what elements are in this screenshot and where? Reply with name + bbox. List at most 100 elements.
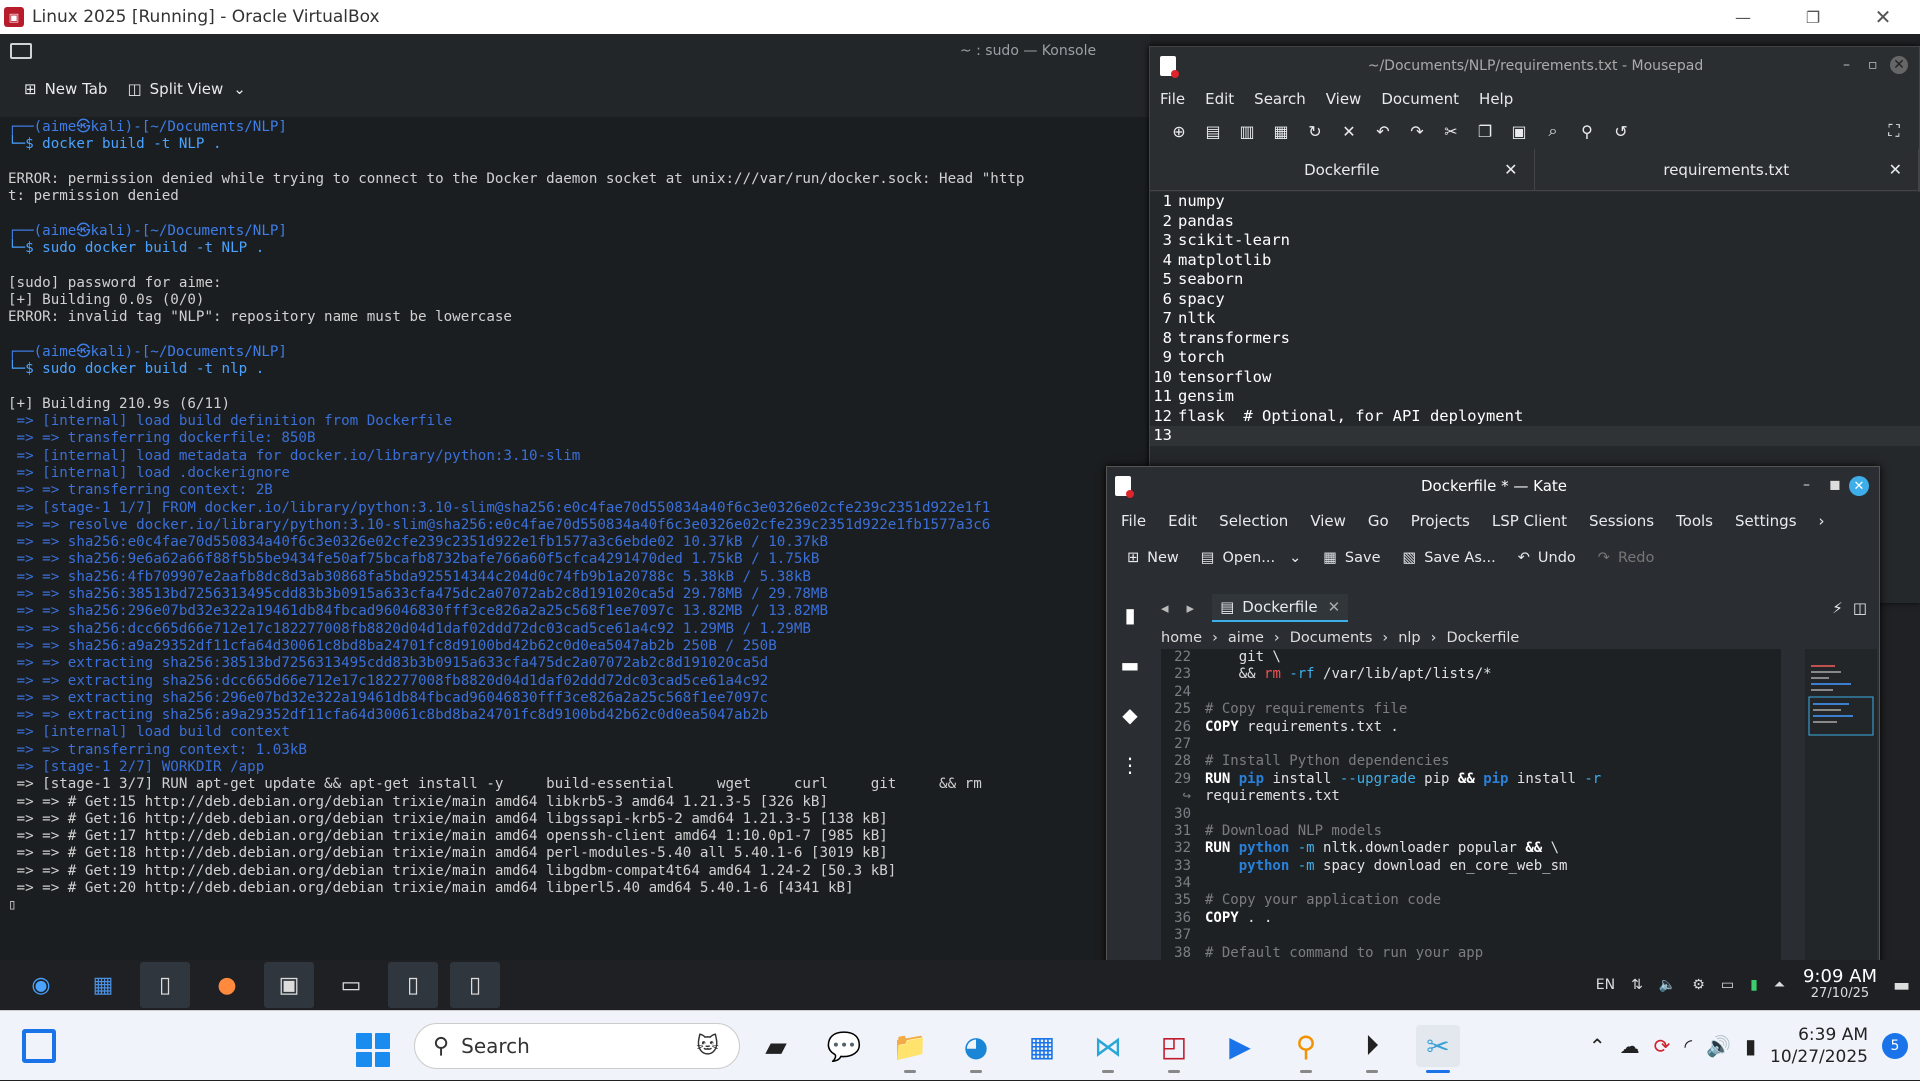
sync-icon[interactable]: ⟳ xyxy=(1654,1034,1671,1058)
undo-icon[interactable]: ↶ xyxy=(1366,122,1400,141)
search-icon[interactable]: ⌕ xyxy=(1536,121,1570,141)
redo-icon[interactable]: ↷ xyxy=(1400,122,1434,141)
settings-icon[interactable]: ⚙ xyxy=(1692,977,1705,993)
menu-go[interactable]: Go xyxy=(1368,512,1389,530)
taskbar-konsole-icon[interactable]: ▣ xyxy=(264,962,314,1008)
menu-edit[interactable]: Edit xyxy=(1168,512,1197,530)
menu-edit[interactable]: Edit xyxy=(1205,90,1234,108)
minimap[interactable] xyxy=(1805,649,1877,997)
menu-help[interactable]: Help xyxy=(1479,90,1513,108)
menu-tools[interactable]: Tools xyxy=(1676,512,1713,530)
split-icon[interactable]: ◫ xyxy=(1853,599,1867,617)
close-button[interactable]: ✕ xyxy=(1848,0,1918,34)
save-button[interactable]: ▦ Save xyxy=(1323,550,1380,566)
mousepad-close-button[interactable]: ✕ xyxy=(1890,56,1908,74)
search-box[interactable]: ⚲ Search 🐱 xyxy=(414,1023,740,1069)
forward-icon[interactable]: ▸ xyxy=(1187,599,1195,617)
minimize-button[interactable]: — xyxy=(1708,0,1778,34)
taskbar-editor-icon[interactable]: ▯ xyxy=(388,962,438,1008)
goto-icon[interactable]: ↺ xyxy=(1604,122,1638,141)
close-tab-icon[interactable]: ✕ xyxy=(1328,598,1341,616)
virtualbox-taskbar-icon[interactable]: ◰ xyxy=(1152,1025,1196,1073)
edge-icon[interactable]: ◕ xyxy=(954,1025,998,1073)
menu-file[interactable]: File xyxy=(1121,512,1146,530)
documents-icon[interactable]: ▮ xyxy=(1124,603,1135,627)
volume-icon[interactable]: 🔈 xyxy=(1659,977,1676,993)
menu-overflow-icon[interactable]: › xyxy=(1819,512,1825,530)
file-manager-icon[interactable]: ▭ xyxy=(326,962,376,1008)
crumb-item[interactable]: Dockerfile xyxy=(1446,630,1519,646)
start-button[interactable] xyxy=(356,1033,390,1067)
back-icon[interactable]: ◂ xyxy=(1161,599,1169,617)
tab-dockerfile[interactable]: ▤ Dockerfile ✕ xyxy=(1212,594,1349,622)
teams-icon[interactable]: 💬 xyxy=(822,1025,866,1067)
menu-view[interactable]: View xyxy=(1326,90,1362,108)
save-as-button[interactable]: ▧ Save As... xyxy=(1403,550,1496,566)
new-tab-button[interactable]: ⊞ New Tab xyxy=(24,80,107,98)
kate-close-button[interactable]: ✕ xyxy=(1849,476,1869,496)
reload-icon[interactable]: ↻ xyxy=(1298,122,1332,141)
crumb-item[interactable]: nlp xyxy=(1398,630,1420,646)
battery-icon[interactable]: ▮ xyxy=(1750,977,1758,993)
menu-view[interactable]: View xyxy=(1310,512,1346,530)
file-explorer-icon[interactable]: 📁 xyxy=(888,1025,932,1073)
git-icon[interactable]: ◆ xyxy=(1122,703,1137,727)
network-icon[interactable]: ⇅ xyxy=(1631,977,1643,993)
crumb-item[interactable]: aime xyxy=(1228,630,1264,646)
notification-badge[interactable]: 5 xyxy=(1882,1033,1908,1059)
task-view-icon[interactable]: ▰ xyxy=(754,1025,798,1067)
new-window-icon[interactable]: ▤ xyxy=(1196,122,1230,141)
taskbar-kate-icon[interactable]: ▯ xyxy=(450,962,500,1008)
crumb-item[interactable]: Documents xyxy=(1290,630,1373,646)
guest-clock[interactable]: 9:09 AM 27/10/25 xyxy=(1803,968,1877,1002)
store-icon[interactable]: ▦ xyxy=(1020,1025,1064,1067)
wifi-icon[interactable]: ◜ xyxy=(1684,1034,1692,1058)
new-button[interactable]: ⊞ New xyxy=(1127,550,1179,566)
widgets-icon[interactable] xyxy=(22,1029,56,1063)
split-view-button[interactable]: ◫ Split View ⌄ xyxy=(127,80,245,98)
tab-requirements[interactable]: requirements.txt ✕ xyxy=(1535,149,1919,190)
speaker-icon[interactable]: 🔊 xyxy=(1706,1034,1731,1058)
menu-search[interactable]: Search xyxy=(1254,90,1306,108)
mousepad-minimize-button[interactable]: – xyxy=(1843,57,1850,73)
vscode-icon[interactable]: ⋈ xyxy=(1086,1025,1130,1073)
new-document-icon[interactable]: ⊕ xyxy=(1162,122,1196,141)
restore-button[interactable]: ❐ xyxy=(1778,0,1848,34)
taskbar-mousepad-icon[interactable]: ▯ xyxy=(140,962,190,1008)
terminal-output[interactable]: ┌──(aime㉿kali)-[~/Documents/NLP] └─$ dock… xyxy=(0,117,1150,960)
firefox-icon[interactable]: ● xyxy=(202,962,252,1008)
close-tab-icon[interactable]: ✕ xyxy=(1889,160,1902,179)
tab-dockerfile[interactable]: Dockerfile ✕ xyxy=(1150,149,1535,190)
menu-selection[interactable]: Selection xyxy=(1219,512,1288,530)
tray-overflow-icon[interactable]: ⌃ xyxy=(1589,1034,1606,1058)
redo-button[interactable]: ↷ Redo xyxy=(1598,550,1655,566)
folder-icon[interactable]: ▬ xyxy=(1121,653,1140,677)
fullscreen-icon[interactable]: ⛶ xyxy=(1877,121,1911,141)
dockerfile-editor[interactable]: 22 git \ 23 && rm -rf /var/lib/apt/lists/… xyxy=(1161,649,1781,997)
undo-button[interactable]: ↶ Undo xyxy=(1518,550,1576,566)
paste-icon[interactable]: ▣ xyxy=(1502,122,1536,141)
menu-settings[interactable]: Settings xyxy=(1735,512,1797,530)
tray-expand-icon[interactable]: ⏶ xyxy=(1774,977,1785,993)
language-indicator[interactable]: EN xyxy=(1596,977,1615,993)
show-desktop-icon[interactable]: ▬ xyxy=(1893,975,1910,996)
media-icon[interactable]: ▶ xyxy=(1218,1025,1262,1067)
host-clock[interactable]: 6:39 AM 10/27/2025 xyxy=(1770,1024,1868,1068)
find-replace-icon[interactable]: ⚲ xyxy=(1570,122,1604,141)
player-icon[interactable]: ⏵ xyxy=(1350,1025,1394,1073)
menu-document[interactable]: Document xyxy=(1381,90,1459,108)
kate-minimize-button[interactable]: – xyxy=(1803,477,1810,493)
kate-maximize-button[interactable]: ◼ xyxy=(1829,477,1841,493)
symbols-icon[interactable]: ⋮ xyxy=(1120,753,1140,777)
snipping-tool-icon[interactable]: ✂ xyxy=(1416,1025,1460,1073)
onedrive-icon[interactable]: ☁ xyxy=(1620,1034,1640,1058)
workspace-switcher-icon[interactable]: ▦ xyxy=(78,962,128,1008)
battery-icon[interactable]: ▮ xyxy=(1745,1034,1756,1058)
quick-open-icon[interactable]: ⚡ xyxy=(1832,599,1843,617)
display-icon[interactable]: ▭ xyxy=(1721,977,1734,993)
menu-file[interactable]: File xyxy=(1160,90,1185,108)
open-icon[interactable]: ▥ xyxy=(1230,122,1264,141)
mousepad-maximize-button[interactable]: ▫ xyxy=(1868,57,1878,73)
kali-menu-icon[interactable]: ◉ xyxy=(16,962,66,1008)
menu-lsp-client[interactable]: LSP Client xyxy=(1492,512,1567,530)
